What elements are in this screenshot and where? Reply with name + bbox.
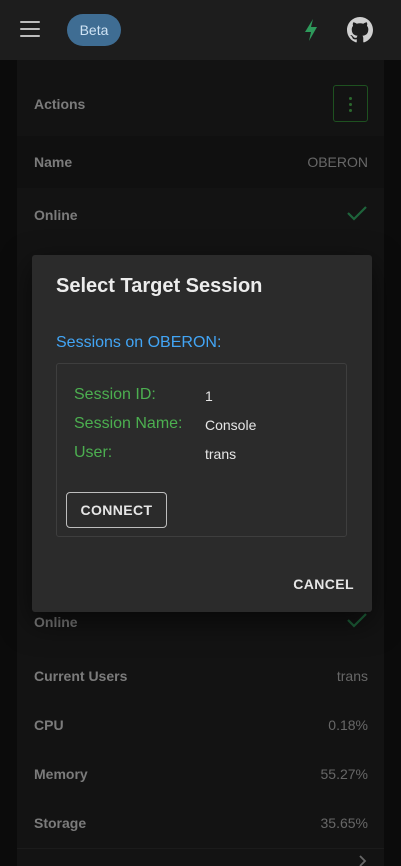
select-session-dialog: Select Target Session Sessions on OBERON… <box>32 255 372 612</box>
beta-chip[interactable]: Beta <box>67 14 121 46</box>
user-value: trans <box>205 446 237 462</box>
session-id-value: 1 <box>205 388 213 404</box>
app-bar: Beta <box>0 0 401 60</box>
dialog-title: Select Target Session <box>56 275 263 297</box>
cancel-button[interactable]: CANCEL <box>293 576 354 592</box>
session-card: Session ID: 1 Session Name: Console User… <box>56 363 347 537</box>
github-icon[interactable] <box>347 17 373 43</box>
session-name-value: Console <box>205 417 257 433</box>
connect-button[interactable]: CONNECT <box>66 492 167 528</box>
bolt-icon[interactable] <box>302 18 320 42</box>
session-name-label: Session Name: <box>74 415 183 432</box>
menu-icon[interactable] <box>20 21 40 37</box>
user-label: User: <box>74 444 113 461</box>
session-id-label: Session ID: <box>74 386 156 403</box>
sessions-heading: Sessions on OBERON: <box>56 334 222 351</box>
